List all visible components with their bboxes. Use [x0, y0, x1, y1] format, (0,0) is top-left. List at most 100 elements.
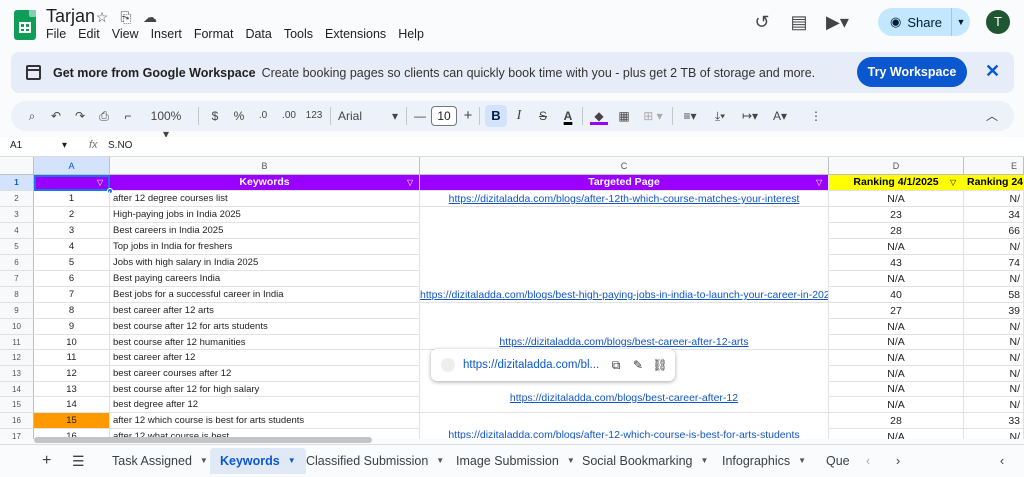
chevron-down-icon[interactable]: ▼	[952, 17, 970, 27]
text-rotation-icon[interactable]: A▾	[768, 107, 792, 125]
header-ranking-2[interactable]: Ranking 24	[964, 175, 1024, 191]
ranking-cell[interactable]: N/A	[829, 271, 964, 287]
tab-image-submission[interactable]: Image Submission ▼	[446, 448, 585, 474]
ranking-cell[interactable]: 40	[829, 287, 964, 303]
row-header[interactable]: 3	[0, 207, 34, 223]
ranking-cell[interactable]: N/	[964, 429, 1024, 439]
decrease-decimal-button[interactable]: .0	[254, 107, 272, 125]
menu-extensions[interactable]: Extensions	[325, 27, 386, 41]
row-header[interactable]: 16	[0, 413, 34, 429]
ranking-cell[interactable]: N/	[964, 271, 1024, 287]
ranking-cell[interactable]: N/A	[829, 366, 964, 382]
row-header[interactable]: 8	[0, 287, 34, 303]
doc-title[interactable]: Tarjan	[46, 6, 95, 27]
row-header[interactable]: 6	[0, 255, 34, 271]
remove-link-icon[interactable]: ⛓	[649, 358, 671, 372]
menu-edit[interactable]: Edit	[78, 27, 100, 41]
sno-cell[interactable]: 13	[34, 382, 110, 397]
copy-link-icon[interactable]: ⧉	[605, 358, 627, 373]
scroll-tabs-left-icon[interactable]: ‹	[856, 448, 880, 474]
text-wrap-icon[interactable]: ↦▾	[738, 107, 762, 125]
row-header[interactable]: 15	[0, 397, 34, 413]
close-icon[interactable]: ✕	[985, 61, 1000, 82]
strikethrough-button[interactable]: S	[536, 107, 550, 125]
menu-file[interactable]: File	[46, 27, 66, 41]
keyword-cell[interactable]: best career after 12	[110, 350, 420, 366]
sno-cell[interactable]: 2	[34, 207, 110, 223]
paint-format-icon[interactable]: ⌐	[120, 107, 136, 125]
tab-infographics[interactable]: Infographics ▼	[712, 448, 816, 474]
side-panel-toggle-icon[interactable]: ‹	[990, 448, 1014, 474]
keyword-cell[interactable]: Best paying careers India	[110, 271, 420, 287]
sno-cell[interactable]: 11	[34, 350, 110, 366]
ranking-cell[interactable]: 28	[829, 413, 964, 429]
ranking-cell[interactable]: 58	[964, 287, 1024, 303]
header-ranking-1[interactable]: Ranking 4/1/2025	[829, 175, 964, 191]
scroll-tabs-right-icon[interactable]: ›	[886, 448, 910, 474]
percent-button[interactable]: %	[232, 107, 246, 125]
row-header[interactable]: 17	[0, 429, 34, 439]
sno-cell[interactable]: 5	[34, 255, 110, 271]
more-options-icon[interactable]: ⋮	[810, 107, 822, 125]
ranking-cell[interactable]: N/A	[829, 397, 964, 413]
text-color-button[interactable]: A	[560, 107, 576, 125]
borders-icon[interactable]: ▦	[616, 107, 632, 125]
targeted-page-link[interactable]: https://dizitaladda.com/blogs/best-caree…	[420, 303, 829, 350]
keyword-cell[interactable]: best course after 12 for arts students	[110, 319, 420, 335]
name-box[interactable]: A1 ▾	[10, 140, 67, 151]
ranking-cell[interactable]: N/	[964, 191, 1024, 207]
ranking-cell[interactable]: 33	[964, 413, 1024, 429]
targeted-page-link[interactable]: https://dizitaladda.com/blogs/after-12th…	[420, 191, 829, 207]
edit-link-icon[interactable]: ✎	[627, 358, 649, 372]
meet-icon[interactable]: ▶▾	[826, 11, 849, 33]
menu-data[interactable]: Data	[245, 27, 271, 41]
ranking-cell[interactable]: 74	[964, 255, 1024, 271]
align-icon[interactable]: ≡▾	[678, 107, 702, 125]
tab-keywords[interactable]: Keywords ▼	[210, 448, 306, 474]
sno-cell[interactable]: 7	[34, 287, 110, 303]
keyword-cell[interactable]: best career courses after 12	[110, 366, 420, 382]
history-icon[interactable]: ↺	[751, 11, 773, 33]
ranking-cell[interactable]: N/	[964, 366, 1024, 382]
tab-task-assigned[interactable]: Task Assigned ▼	[102, 448, 218, 474]
redo-icon[interactable]: ↷	[72, 107, 88, 125]
ranking-cell[interactable]: N/A	[829, 382, 964, 397]
sno-cell[interactable]: 6	[34, 271, 110, 287]
star-icon[interactable]: ☆	[93, 9, 111, 26]
targeted-page-link[interactable]: https://dizitaladda.com/blogs/best-high-…	[420, 207, 829, 303]
increase-decimal-button[interactable]: .00	[278, 107, 300, 125]
sno-cell[interactable]: 8	[34, 303, 110, 319]
ranking-cell[interactable]: N/	[964, 350, 1024, 366]
print-icon[interactable]: ⎙	[96, 107, 112, 125]
collapse-toolbar-icon[interactable]: ︿	[984, 107, 1000, 125]
keyword-cell[interactable]: Jobs with high salary in India 2025	[110, 255, 420, 271]
ranking-cell[interactable]: N/A	[829, 429, 964, 439]
row-header[interactable]: 7	[0, 271, 34, 287]
sheets-logo[interactable]	[14, 10, 36, 40]
keyword-cell[interactable]: Top jobs in India for freshers	[110, 239, 420, 255]
link-preview-url[interactable]: https://dizitaladda.com/bl...	[463, 359, 605, 371]
ranking-cell[interactable]: 28	[829, 223, 964, 239]
row-header[interactable]: 12	[0, 350, 34, 366]
keyword-cell[interactable]: Best jobs for a successful career in Ind…	[110, 287, 420, 303]
row-header[interactable]: 13	[0, 366, 34, 382]
menu-view[interactable]: View	[112, 27, 139, 41]
menu-tools[interactable]: Tools	[284, 27, 313, 41]
tab-classified-submission[interactable]: Classified Submission ▼	[296, 448, 454, 474]
sno-cell[interactable]: 14	[34, 397, 110, 413]
ranking-cell[interactable]: 66	[964, 223, 1024, 239]
menu-insert[interactable]: Insert	[151, 27, 182, 41]
add-sheet-icon[interactable]: +	[32, 448, 61, 474]
tab-que[interactable]: Que	[816, 448, 850, 474]
header-keywords[interactable]: Keywords	[110, 175, 420, 191]
ranking-cell[interactable]: 34	[964, 207, 1024, 223]
ranking-cell[interactable]: 39	[964, 303, 1024, 319]
column-header-b[interactable]: B	[110, 157, 420, 175]
spreadsheet-grid[interactable]: A B C D E 1 S.NO ▽ Keywords ▽ Targeted P…	[0, 157, 1024, 439]
ranking-cell[interactable]: 27	[829, 303, 964, 319]
menu-help[interactable]: Help	[398, 27, 424, 41]
all-sheets-icon[interactable]: ☰	[62, 448, 95, 474]
sno-cell[interactable]: 3	[34, 223, 110, 239]
merge-cells-icon[interactable]: ⊞ ▾	[640, 107, 666, 125]
horizontal-scrollbar[interactable]	[34, 437, 372, 443]
